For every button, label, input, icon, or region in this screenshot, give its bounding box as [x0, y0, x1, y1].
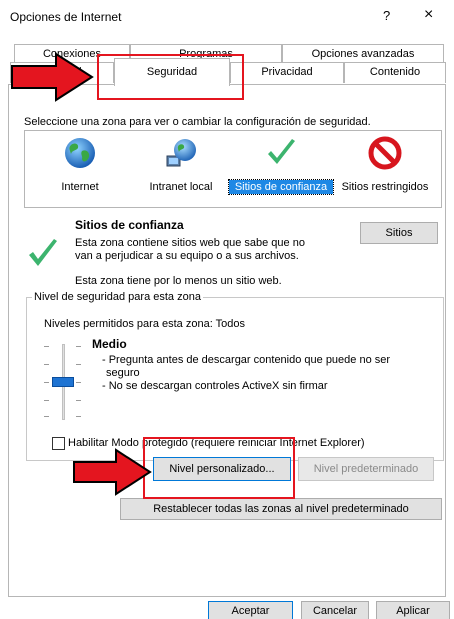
- slider-tick: [76, 364, 81, 365]
- slider-tick: [44, 346, 49, 347]
- slider-tick: [76, 382, 81, 383]
- window-title: Opciones de Internet: [10, 10, 122, 24]
- slider-tick: [44, 400, 49, 401]
- zone-info-desc-line3: Esta zona tiene por lo menos un sitio we…: [75, 275, 282, 287]
- slider-tick: [76, 346, 81, 347]
- highlight-rect-custom-level: [143, 437, 295, 499]
- slider-tick: [44, 416, 49, 417]
- red-arrow-icon: [11, 52, 94, 102]
- zone-info-title: Sitios de confianza: [75, 218, 184, 232]
- slider-tick: [44, 364, 49, 365]
- slider-tick: [76, 400, 81, 401]
- security-bullet-1a: - Pregunta antes de descargar contenido …: [102, 354, 391, 366]
- red-arrow-icon: [73, 448, 152, 496]
- default-level-button[interactable]: Nivel predeterminado: [298, 457, 434, 481]
- no-entry-icon: [368, 136, 402, 170]
- security-bullet-2: - No se descargan controles ActiveX sin …: [102, 380, 328, 392]
- checkmark-icon: [268, 139, 295, 164]
- ok-button[interactable]: Aceptar: [208, 601, 293, 619]
- close-button[interactable]: ×: [424, 6, 433, 24]
- slider-tick: [44, 382, 49, 383]
- zone-label-intranet-local: Intranet local: [149, 181, 213, 193]
- zone-info-desc-line1: Esta zona contiene sitios web que sabe q…: [75, 237, 305, 249]
- checkmark-icon: [29, 239, 57, 266]
- security-slider-thumb[interactable]: [52, 377, 74, 387]
- reset-all-zones-button[interactable]: Restablecer todas las zonas al nivel pre…: [120, 498, 442, 520]
- help-button[interactable]: ?: [383, 8, 390, 23]
- highlight-rect-tab: [97, 54, 244, 100]
- tab-opciones-avanzadas[interactable]: Opciones avanzadas: [282, 44, 444, 63]
- zone-label-internet: Internet: [61, 181, 99, 193]
- sitios-button[interactable]: Sitios: [360, 222, 438, 244]
- zone-intranet-local[interactable]: Intranet local: [144, 136, 218, 194]
- zone-sitios-de-confianza[interactable]: Sitios de confianza: [228, 136, 334, 195]
- allowed-levels-text: Niveles permitidos para esta zona: Todos: [44, 318, 245, 330]
- slider-tick: [76, 416, 81, 417]
- cancel-button[interactable]: Cancelar: [301, 601, 369, 619]
- apply-button[interactable]: Aplicar: [376, 601, 450, 619]
- zone-prompt: Seleccione una zona para ver o cambiar l…: [24, 116, 371, 128]
- protected-mode-checkbox[interactable]: [52, 437, 65, 450]
- zone-label-sitios-restringidos: Sitios restringidos: [341, 181, 429, 193]
- network-globe-icon: [166, 139, 196, 167]
- zone-sitios-restringidos[interactable]: Sitios restringidos: [335, 136, 435, 194]
- zone-label-sitios-de-confianza: Sitios de confianza: [228, 179, 334, 195]
- zone-info-desc-line2: van a perjudicar a su equipo o a sus arc…: [75, 250, 299, 262]
- globe-icon: [65, 138, 95, 168]
- zone-internet[interactable]: Internet: [50, 136, 110, 194]
- security-level-name: Medio: [92, 337, 127, 351]
- security-level-legend: Nivel de seguridad para esta zona: [32, 291, 203, 303]
- security-bullet-1b: seguro: [106, 367, 140, 379]
- tab-contenido[interactable]: Contenido: [344, 62, 446, 83]
- tab-privacidad[interactable]: Privacidad: [230, 62, 344, 83]
